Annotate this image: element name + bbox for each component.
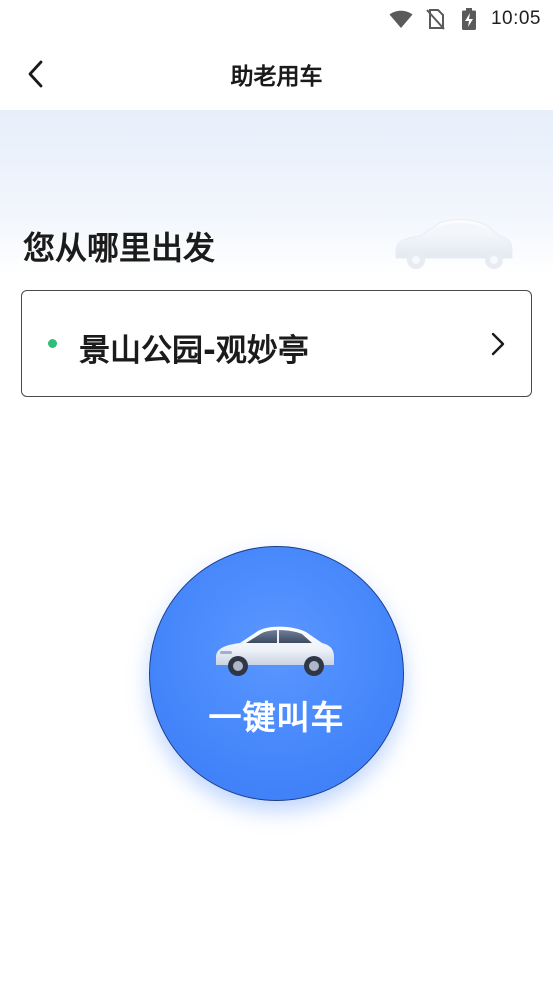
app-screen: 10:05 助老用车 您从哪里出发 景山公园-观妙亭 一键叫车 <box>0 0 553 983</box>
car-icon <box>216 626 334 676</box>
departure-heading: 您从哪里出发 <box>23 229 216 267</box>
page-title: 助老用车 <box>230 64 323 90</box>
nav-bar: 助老用车 <box>0 38 553 110</box>
hero-banner: 您从哪里出发 <box>0 110 553 275</box>
call-car-button[interactable]: 一键叫车 <box>149 546 404 801</box>
status-bar: 10:05 <box>0 0 553 38</box>
battery-charging-icon <box>457 7 481 31</box>
departure-location-card[interactable]: 景山公园-观妙亭 <box>21 290 532 397</box>
departure-location-name: 景山公园-观妙亭 <box>79 333 309 369</box>
call-car-label: 一键叫车 <box>208 698 345 737</box>
location-dot <box>48 339 57 348</box>
chevron-right-icon <box>491 332 505 356</box>
chevron-left-icon <box>28 60 43 88</box>
wifi-icon <box>389 7 413 31</box>
car-icon <box>395 219 513 269</box>
status-time: 10:05 <box>490 8 541 29</box>
back-button[interactable] <box>16 54 56 94</box>
no-sim-icon <box>423 7 447 31</box>
